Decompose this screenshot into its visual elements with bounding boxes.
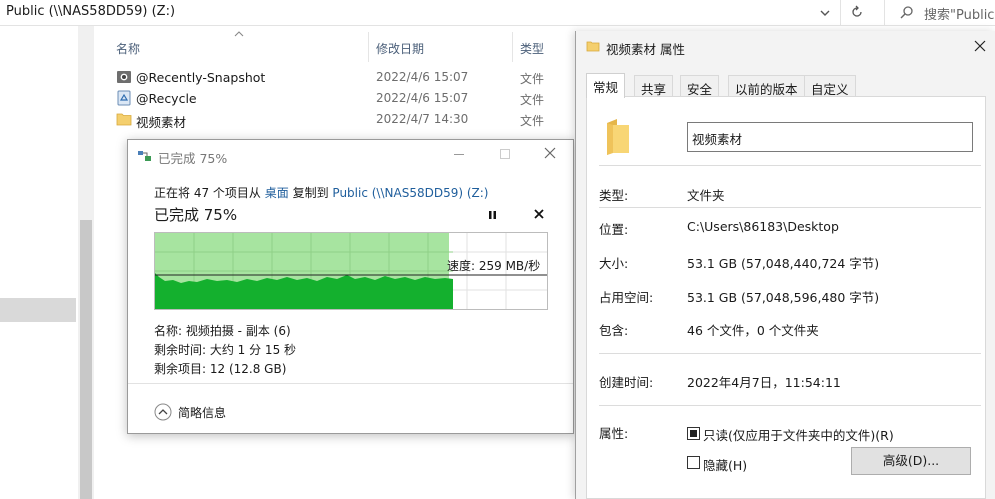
tab-customize[interactable]: 自定义 (804, 75, 856, 97)
type-value: 文件夹 (687, 188, 725, 203)
file-date: 2022/4/7 14:30 (376, 112, 469, 126)
location-value: C:\Users\86183\Desktop (687, 219, 839, 234)
refresh-icon[interactable] (850, 5, 864, 19)
dialog-title: 已完成 75% (158, 151, 228, 166)
properties-dialog: 视频素材 属性 常规 共享 安全 以前的版本 自定义 视频素材 类型: 文件夹 … (575, 31, 995, 499)
folder-name-value: 视频素材 (692, 132, 743, 147)
file-name: 视频素材 (136, 115, 187, 130)
progress-heading: 已完成 75% (154, 206, 238, 224)
size-label: 大小: (599, 256, 629, 271)
column-header-modified[interactable]: 修改日期 (376, 40, 424, 57)
source-link[interactable]: 桌面 (265, 186, 289, 200)
time-remaining: 剩余时间: 大约 1 分 15 秒 (154, 343, 297, 357)
summary-mid: 复制到 (292, 186, 329, 200)
readonly-label[interactable]: 只读(仅应用于文件夹中的文件)(R) (703, 425, 894, 444)
file-type: 文件 (520, 114, 545, 128)
divider (840, 0, 841, 26)
contains-value: 46 个文件，0 个文件夹 (687, 323, 819, 338)
sort-ascending-icon (234, 30, 244, 38)
search-icon (900, 5, 914, 19)
address-path[interactable]: Public (\\NAS58DD59) (Z:) (6, 4, 175, 19)
created-label: 创建时间: (599, 375, 654, 390)
tab-bar: 常规 共享 安全 以前的版本 自定义 (586, 73, 986, 98)
dialog-title: 视频素材 属性 (606, 42, 685, 57)
copy-progress-dialog: 已完成 75% 正在将 47 个项目从 桌面 复制到 Public (\\NAS… (127, 139, 574, 434)
attributes-label: 属性: (599, 426, 629, 441)
transfer-speed-graph: 速度: 259 MB/秒 (154, 232, 548, 310)
folder-name-input[interactable]: 视频素材 (687, 122, 973, 152)
divider (599, 353, 981, 354)
tab-sharing[interactable]: 共享 (634, 75, 674, 97)
folder-icon (586, 39, 600, 53)
general-tab-panel: 视频素材 类型: 文件夹 位置: C:\Users\86183\Desktop … (586, 96, 986, 499)
tab-general[interactable]: 常规 (586, 73, 626, 98)
pause-button[interactable] (488, 210, 498, 220)
column-divider[interactable] (512, 32, 513, 62)
file-type: 文件 (520, 72, 545, 86)
divider (128, 383, 573, 384)
chevron-up-icon[interactable] (154, 403, 172, 421)
file-date: 2022/4/6 15:07 (376, 91, 469, 105)
close-icon[interactable] (544, 147, 556, 159)
file-row[interactable]: @Recently-Snapshot 2022/4/6 15:07 文件 (110, 68, 580, 88)
speed-label: 速度: 259 MB/秒 (447, 259, 541, 273)
address-dropdown-icon[interactable] (818, 6, 832, 20)
file-type: 文件 (520, 93, 545, 107)
column-divider[interactable] (368, 32, 369, 62)
items-remaining: 剩余项目: 12 (12.8 GB) (154, 362, 287, 376)
large-folder-icon (603, 117, 633, 157)
contains-label: 包含: (599, 323, 629, 338)
divider (884, 0, 885, 26)
file-name: @Recycle (136, 91, 197, 106)
divider (599, 207, 981, 208)
hidden-label[interactable]: 隐藏(H) (703, 455, 747, 474)
tab-security[interactable]: 安全 (680, 75, 720, 97)
file-date: 2022/4/6 15:07 (376, 70, 469, 84)
column-header-type[interactable]: 类型 (520, 40, 544, 57)
readonly-checkbox[interactable] (687, 427, 700, 440)
location-label: 位置: (599, 222, 629, 237)
copy-summary: 正在将 47 个项目从 桌面 复制到 Public (\\NAS58DD59) … (154, 184, 488, 201)
minimize-button[interactable] (454, 154, 464, 155)
speed-area (155, 273, 453, 309)
advanced-button[interactable]: 高级(D)... (851, 447, 971, 475)
maximize-button[interactable] (500, 149, 510, 159)
tab-previous-versions[interactable]: 以前的版本 (728, 75, 805, 97)
file-row[interactable]: 视频素材 2022/4/7 14:30 文件 (110, 110, 580, 130)
close-icon[interactable] (974, 40, 986, 52)
folder-icon (116, 111, 132, 127)
type-label: 类型: (599, 188, 629, 203)
copy-arrow-icon (138, 150, 152, 162)
file-name: @Recently-Snapshot (136, 70, 266, 85)
size-on-disk-label: 占用空间: (599, 290, 654, 305)
scrollbar-thumb[interactable] (80, 220, 92, 499)
created-value: 2022年4月7日，11:54:11 (687, 375, 841, 390)
current-file-name: 名称: 视频拍摄 - 副本 (6) (154, 324, 291, 338)
cancel-copy-icon[interactable] (534, 209, 544, 219)
summary-prefix: 正在将 47 个项目从 (154, 186, 261, 200)
divider (599, 165, 981, 166)
size-value: 53.1 GB (57,048,440,724 字节) (687, 256, 880, 271)
nav-selected-item[interactable] (0, 298, 76, 322)
camera-folder-icon (116, 69, 132, 85)
less-info-button[interactable]: 简略信息 (178, 404, 226, 421)
destination-link[interactable]: Public (\\NAS58DD59) (Z:) (332, 186, 488, 200)
size-on-disk-value: 53.1 GB (57,048,596,480 字节) (687, 290, 880, 305)
file-row[interactable]: @Recycle 2022/4/6 15:07 文件 (110, 89, 580, 109)
recycle-bin-icon (116, 90, 132, 106)
hidden-checkbox[interactable] (687, 456, 700, 469)
search-input[interactable]: 搜索"Public ( (924, 4, 995, 23)
column-header-name[interactable]: 名称 (116, 40, 140, 57)
divider (599, 405, 981, 406)
